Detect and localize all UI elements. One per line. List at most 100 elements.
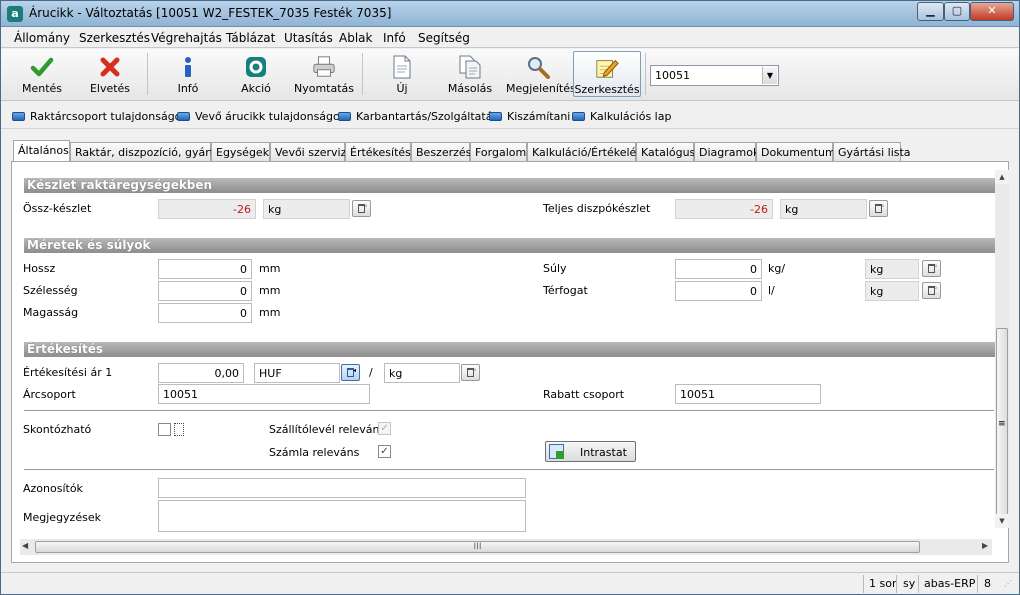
currency-lookup-icon[interactable]: ◂ (341, 364, 360, 381)
tab-catalog[interactable]: Katalógus (636, 142, 695, 161)
tab-production-list[interactable]: Gyártási lista (833, 142, 911, 161)
action-logo-icon (244, 55, 268, 79)
scroll-down-icon[interactable]: ▼ (995, 514, 1009, 528)
action-button[interactable]: Akció (227, 51, 285, 97)
tab-sales[interactable]: Értékesítés (345, 142, 411, 161)
title-bar[interactable]: a Árucikk - Változtatás [10051 W2_FESTEK… (1, 1, 1019, 27)
unit-picker-icon[interactable]: ◦ (922, 260, 941, 277)
tab-units[interactable]: Egységek (211, 142, 270, 161)
tab-general[interactable]: Általános (13, 140, 70, 161)
volume-label: Térfogat (543, 284, 588, 297)
length-unit: mm (259, 262, 281, 275)
discountable-checkbox[interactable] (158, 423, 171, 436)
tab-document[interactable]: Dokumentum (756, 142, 836, 161)
discard-button[interactable]: Elvetés (81, 51, 139, 97)
record-search-combo[interactable]: 10051 ▼ (650, 65, 779, 86)
link-icon (338, 112, 351, 121)
link-customer-item-properties[interactable]: Vevő árucikk tulajdonságok (177, 110, 346, 123)
edit-label: Szerkesztés (574, 83, 640, 96)
tab-diagrams[interactable]: Diagramok (694, 142, 759, 161)
link-label: Karbantartás/Szolgáltatás (356, 110, 499, 123)
red-x-icon (98, 55, 122, 79)
copy-button[interactable]: Másolás (441, 51, 499, 97)
currency-field[interactable]: HUF (254, 363, 340, 383)
intrastat-button[interactable]: Intrastat (545, 441, 636, 462)
save-button[interactable]: Mentés (13, 51, 71, 97)
view-button[interactable]: Megjelenítés (506, 51, 576, 97)
menu-help[interactable]: Segítség (418, 31, 470, 45)
link-calculation-sheet[interactable]: Kalkulációs lap (572, 110, 671, 123)
menu-bar: Állomány Szerkesztés Végrehajtás Tábláza… (1, 28, 1019, 48)
magnifier-icon (526, 55, 550, 79)
tab-customer-service[interactable]: Vevői szerviz (270, 142, 346, 161)
horizontal-scrollbar[interactable]: ◀ III ▶ (20, 539, 992, 555)
scroll-right-icon[interactable]: ▶ (982, 541, 988, 550)
scroll-left-icon[interactable]: ◀ (22, 541, 28, 550)
price-group-field[interactable]: 10051 (158, 384, 370, 404)
print-button[interactable]: Nyomtatás (294, 51, 354, 97)
toolbar-separator (645, 53, 646, 95)
resize-grip-icon[interactable]: ⋰ (1004, 579, 1012, 588)
maximize-button[interactable]: ▢ (944, 2, 970, 21)
unit-picker-icon[interactable]: ◦ (869, 200, 888, 217)
discard-label: Elvetés (89, 82, 131, 95)
scroll-up-icon[interactable]: ▲ (995, 170, 1009, 184)
chevron-down-icon[interactable]: ▼ (762, 67, 777, 84)
menu-file[interactable]: Állomány (14, 31, 70, 45)
vertical-scrollbar[interactable]: ▲ ≡ ▼ (995, 170, 1009, 528)
price-group-label: Árcsoport (23, 388, 76, 401)
close-button[interactable]: ✕ (970, 2, 1014, 21)
height-field[interactable]: 0 (158, 303, 252, 323)
link-label: Kiszámítani (507, 110, 571, 123)
status-separator (863, 575, 864, 593)
menu-table[interactable]: Táblázat (226, 31, 275, 45)
discountable-focus-box[interactable] (174, 423, 184, 436)
info-label: Infó (177, 82, 199, 95)
unit-picker-icon[interactable]: ◦ (461, 364, 480, 381)
price-unit-field[interactable]: kg (384, 363, 460, 383)
status-bar: 1 sor sy abas-ERP 8 ⋰ (1, 572, 1019, 594)
copy-label: Másolás (447, 82, 493, 95)
unit-picker-icon[interactable]: ◦ (352, 200, 371, 217)
edit-button[interactable]: Szerkesztés (573, 51, 641, 97)
tab-warehouse[interactable]: Raktár, diszpozíció, gyártás (70, 142, 227, 161)
discount-group-field[interactable]: 10051 (675, 384, 821, 404)
menu-execute[interactable]: Végrehajtás (151, 31, 222, 45)
unit-picker-icon[interactable]: ◦ (922, 282, 941, 299)
notes-label: Megjegyzések (23, 511, 101, 524)
length-field[interactable]: 0 (158, 259, 252, 279)
link-maintenance-service[interactable]: Karbantartás/Szolgáltatás (338, 110, 498, 123)
invoice-relevant-checkbox[interactable]: ✓ (378, 445, 391, 458)
height-unit: mm (259, 306, 281, 319)
minimize-button[interactable]: ▁ (917, 2, 944, 21)
divider (24, 469, 994, 470)
info-button[interactable]: Infó (159, 51, 217, 97)
view-label: Megjelenítés (506, 82, 576, 95)
link-warehouse-group-properties[interactable]: Raktárcsoport tulajdonságok (12, 110, 188, 123)
app-logo-icon: a (7, 6, 23, 22)
delivery-note-relevant-checkbox[interactable]: ✓ (378, 422, 391, 435)
link-calculate[interactable]: Kiszámítani (489, 110, 570, 123)
width-field[interactable]: 0 (158, 281, 252, 301)
tab-purchasing[interactable]: Beszerzés (411, 142, 471, 161)
tab-turnover[interactable]: Forgalom (470, 142, 527, 161)
action-label: Akció (241, 82, 271, 95)
menu-command[interactable]: Utasítás (284, 31, 333, 45)
notes-field[interactable] (158, 500, 526, 532)
new-button[interactable]: Új (373, 51, 431, 97)
volume-field[interactable]: 0 (675, 281, 762, 301)
status-separator (918, 575, 919, 593)
horizontal-scroll-thumb[interactable]: III (35, 541, 920, 553)
tab-bar: Általános Raktár, diszpozíció, gyártás E… (11, 140, 1001, 161)
menu-info[interactable]: Infó (383, 31, 406, 45)
identifiers-field[interactable] (158, 478, 526, 498)
menu-edit[interactable]: Szerkesztés (79, 31, 150, 45)
menu-window[interactable]: Ablak (339, 31, 372, 45)
link-icon (572, 112, 585, 121)
tab-calculation[interactable]: Kalkuláció/Értékelés (527, 142, 642, 161)
weight-field[interactable]: 0 (675, 259, 762, 279)
dispo-stock-unit: kg (780, 199, 867, 219)
sales-price-field[interactable]: 0,00 (158, 363, 244, 383)
volume-ref-unit: kg (865, 281, 919, 301)
vertical-scroll-thumb[interactable]: ≡ (996, 328, 1008, 526)
